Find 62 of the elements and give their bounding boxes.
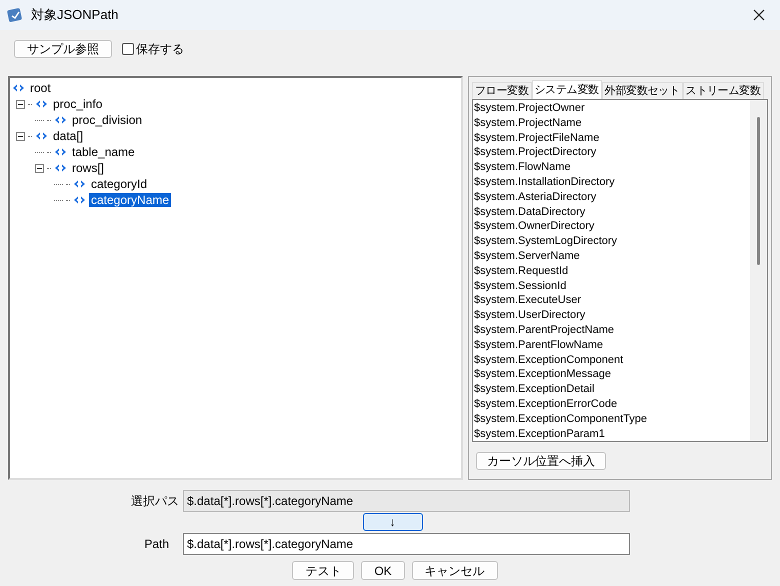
path-field[interactable]: $.data[*].rows[*].categoryName (183, 533, 630, 555)
brackets-icon (54, 116, 67, 124)
variable-item[interactable]: $system.FlowName (473, 160, 571, 175)
variable-item[interactable]: $system.SystemLogDirectory (473, 234, 618, 249)
copy-down-button[interactable]: ↓ (362, 513, 422, 531)
tab[interactable]: システム変数 (532, 80, 602, 99)
tab[interactable]: ストリーム変数 (682, 82, 764, 99)
variable-item[interactable]: $system.ParentFlowName (473, 338, 603, 353)
variable-item[interactable]: $system.ParentProjectName (473, 322, 614, 338)
tree-node[interactable]: rows[] (70, 161, 106, 175)
selected-path-field[interactable]: $.data[*].rows[*].categoryName (183, 490, 630, 512)
insert-button[interactable]: カーソル位置へ挿入 (476, 452, 606, 470)
brackets-icon (12, 84, 25, 92)
variable-item[interactable]: $system.InstallationDirectory (473, 174, 615, 190)
variable-item[interactable]: $system.UserDirectory (473, 308, 586, 323)
variable-item[interactable]: $system.ExceptionDetail (473, 382, 594, 397)
tree-node[interactable]: categoryName (89, 193, 172, 207)
tree-node[interactable]: data[] (51, 129, 86, 143)
dialog-button[interactable]: テスト (292, 561, 354, 580)
tree-node[interactable]: proc_division (70, 113, 144, 127)
variable-item[interactable]: $system.ProjectFileName (473, 130, 600, 146)
variable-item[interactable]: $system.RequestId (473, 264, 568, 279)
variable-item[interactable]: $system.ProjectOwner (473, 101, 585, 116)
variable-item[interactable]: $system.ExceptionParam1 (473, 426, 605, 441)
variable-item[interactable]: $system.AsteriaDirectory (473, 190, 596, 205)
collapse-toggle-icon[interactable] (35, 164, 44, 172)
brackets-icon (35, 100, 48, 108)
variable-item[interactable]: $system.OwnerDirectory (473, 219, 594, 234)
close-icon[interactable] (753, 9, 765, 21)
brackets-icon (73, 180, 86, 188)
save-label: 保存する (136, 41, 184, 58)
dialog-button[interactable]: OK (361, 561, 405, 580)
brackets-icon (35, 132, 48, 140)
variable-item[interactable]: $system.ExecuteUser (473, 293, 581, 308)
tree-node[interactable]: proc_info (51, 97, 104, 111)
dialog-button[interactable]: キャンセル (412, 561, 498, 580)
variable-item[interactable]: $system.SessionId (473, 278, 566, 294)
path-label: Path (143, 536, 170, 553)
tab[interactable]: 外部変数セット (602, 82, 683, 99)
brackets-icon (54, 148, 67, 156)
tree-node[interactable]: root (28, 81, 53, 95)
collapse-toggle-icon[interactable] (16, 100, 25, 108)
variable-item[interactable]: $system.ExceptionErrorCode (473, 396, 618, 412)
variable-item[interactable]: $system.ProjectDirectory (473, 145, 596, 160)
sample-button[interactable]: サンプル参照 (14, 40, 112, 58)
tree-node[interactable]: table_name (70, 145, 137, 159)
scrollbar-thumb-icon[interactable] (757, 117, 760, 265)
collapse-toggle-icon[interactable] (16, 132, 25, 140)
variable-item[interactable]: $system.ExceptionComponent (473, 352, 624, 368)
brackets-icon (54, 164, 67, 172)
brackets-icon (73, 196, 86, 204)
window-title: 対象JSONPath (31, 6, 118, 24)
variable-item[interactable]: $system.ProjectName (473, 116, 582, 131)
tab[interactable]: フロー変数 (472, 82, 532, 99)
tree-node[interactable]: categoryId (89, 177, 150, 191)
app-icon (7, 7, 23, 23)
variable-item[interactable]: $system.ExceptionComponentType (473, 412, 648, 427)
selected-path-label: 選択パス (130, 493, 180, 510)
variable-item[interactable]: $system.ServerName (473, 248, 580, 264)
variable-item[interactable]: $system.ExceptionMessage (473, 367, 611, 382)
variable-item[interactable]: $system.DataDirectory (473, 204, 586, 220)
save-checkbox[interactable] (122, 43, 134, 55)
